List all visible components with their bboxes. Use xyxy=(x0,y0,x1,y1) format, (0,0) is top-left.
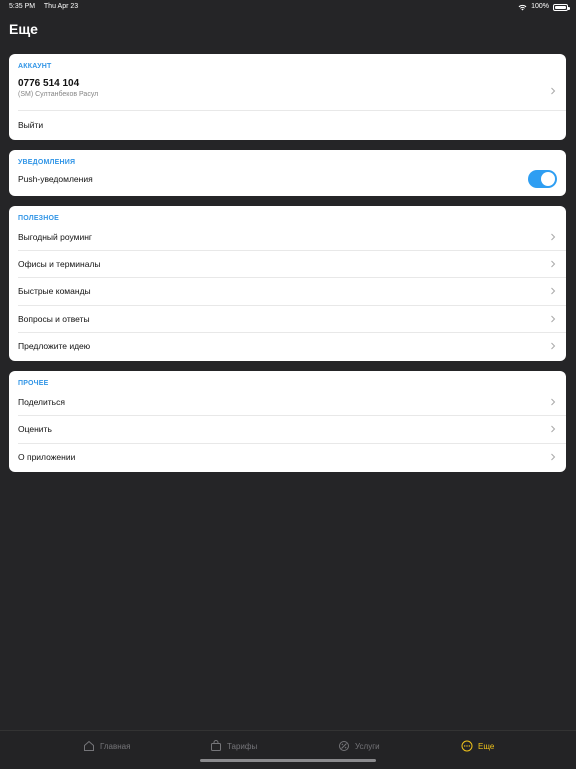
notifications-section-title: УВЕДОМЛЕНИЯ xyxy=(18,159,76,166)
menu-item-about[interactable]: О приложении xyxy=(18,443,557,470)
status-time: 5:35 PM xyxy=(9,3,36,10)
menu-item-roaming[interactable]: Выгодный роуминг xyxy=(18,223,557,250)
page-title: Еще xyxy=(9,21,38,37)
logout-label: Выйти xyxy=(18,119,44,130)
status-bar: 5:35 PM Thu Apr 23 100% xyxy=(0,0,576,14)
menu-item-label: О приложении xyxy=(18,451,76,462)
account-phone: 0776 514 104 xyxy=(18,78,80,89)
chevron-right-icon xyxy=(551,453,556,460)
menu-item-faq[interactable]: Вопросы и ответы xyxy=(18,305,557,332)
chevron-right-icon xyxy=(551,87,556,95)
chevron-right-icon xyxy=(551,260,556,267)
account-section-title: АККАУНТ xyxy=(18,63,52,70)
chevron-right-icon xyxy=(551,425,556,432)
home-icon xyxy=(84,740,94,751)
account-name: (SM) Султанбеков Расул xyxy=(18,91,99,98)
menu-item-label: Вопросы и ответы xyxy=(18,313,90,324)
menu-item-label: Оценить xyxy=(18,423,52,434)
menu-item-label: Поделиться xyxy=(18,396,65,407)
other-card: ПРОЧЕЕ Поделиться Оценить О приложении xyxy=(9,371,566,472)
logout-button[interactable]: Выйти xyxy=(18,111,557,138)
other-section-title: ПРОЧЕЕ xyxy=(18,380,49,387)
bag-icon xyxy=(211,740,221,751)
services-icon xyxy=(339,741,349,751)
tab-tariffs[interactable]: Тарифы xyxy=(210,739,257,753)
menu-item-quick-commands[interactable]: Быстрые команды xyxy=(18,277,557,304)
chevron-right-icon xyxy=(551,342,556,349)
chevron-right-icon xyxy=(551,233,556,240)
chevron-right-icon xyxy=(551,315,556,322)
menu-item-label: Предложите идею xyxy=(18,340,91,351)
menu-item-rate[interactable]: Оценить xyxy=(18,415,557,442)
menu-item-offices[interactable]: Офисы и терминалы xyxy=(18,250,557,277)
account-card: АККАУНТ 0776 514 104 (SM) Султанбеков Ра… xyxy=(9,54,566,140)
chevron-right-icon xyxy=(551,398,556,405)
tab-more-label: Еще xyxy=(478,741,495,751)
tab-services-label: Услуги xyxy=(355,741,380,751)
battery-percent: 100% xyxy=(531,3,549,10)
useful-card: ПОЛЕЗНОЕ Выгодный роуминг Офисы и термин… xyxy=(9,206,566,361)
useful-section-title: ПОЛЕЗНОЕ xyxy=(18,215,60,222)
push-notifications-label: Push-уведомления xyxy=(18,174,93,184)
notifications-card: УВЕДОМЛЕНИЯ Push-уведомления xyxy=(9,150,566,196)
tab-home-label: Главная xyxy=(100,741,131,751)
tab-services[interactable]: Услуги xyxy=(338,739,380,753)
wifi-icon xyxy=(518,4,527,10)
tab-more[interactable]: Еще xyxy=(461,739,494,753)
menu-item-share[interactable]: Поделиться xyxy=(18,388,557,415)
status-date: Thu Apr 23 xyxy=(43,3,79,10)
home-indicator xyxy=(200,759,376,762)
chevron-right-icon xyxy=(551,287,556,294)
menu-item-label: Офисы и терминалы xyxy=(18,258,101,269)
tab-bar: Главная Тарифы Услуги Еще xyxy=(0,730,576,769)
push-notifications-toggle[interactable] xyxy=(528,170,557,188)
more-icon xyxy=(461,740,473,752)
menu-item-suggest-idea[interactable]: Предложите идею xyxy=(18,332,557,359)
account-row[interactable]: 0776 514 104 (SM) Султанбеков Расул xyxy=(18,76,557,106)
menu-item-label: Быстрые команды xyxy=(18,285,91,296)
tab-tariffs-label: Тарифы xyxy=(227,741,258,751)
tab-home[interactable]: Главная xyxy=(83,739,130,753)
menu-item-label: Выгодный роуминг xyxy=(18,231,93,242)
push-notifications-row: Push-уведомления xyxy=(18,167,557,191)
battery-icon xyxy=(553,3,570,11)
